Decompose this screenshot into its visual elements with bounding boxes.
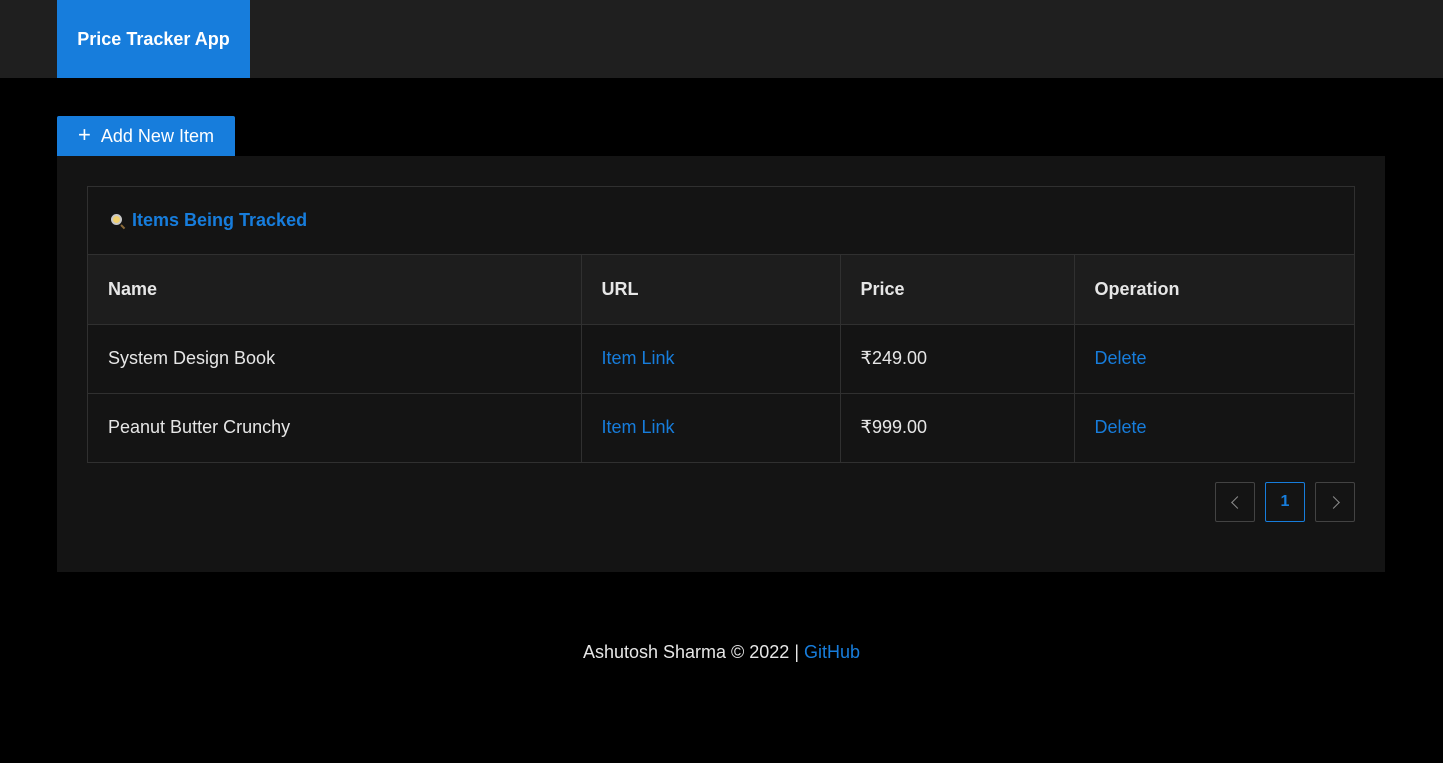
item-price: ₹999.00 [840,393,1075,462]
table-row: System Design Book Item Link ₹249.00 Del… [88,324,1354,394]
add-new-item-label: Add New Item [100,125,214,146]
card-title: Items Being Tracked [88,187,1354,255]
add-new-item-button[interactable]: + Add New Item [57,116,235,156]
top-header: Price Tracker App [0,0,1443,78]
chevron-left-icon [1230,495,1244,509]
tracked-items-card: Items Being Tracked Name URL Price Opera… [87,186,1355,463]
content-panel: Items Being Tracked Name URL Price Opera… [57,156,1385,572]
footer-text: Ashutosh Sharma © 2022 | [582,642,799,662]
column-header-name: Name [88,255,582,325]
table-header-row: Name URL Price Operation [88,255,1354,325]
magnifier-icon [110,213,126,229]
pagination: 1 [1215,482,1355,522]
items-table: Name URL Price Operation System Design B… [88,255,1354,462]
plus-icon: + [78,122,91,147]
item-link[interactable]: Item Link [602,417,675,437]
app-brand[interactable]: Price Tracker App [57,0,250,78]
footer: Ashutosh Sharma © 2022 | GitHub [0,642,1443,663]
item-name: Peanut Butter Crunchy [88,393,582,462]
column-header-url: URL [581,255,841,325]
column-header-operation: Operation [1074,255,1354,325]
item-price: ₹249.00 [840,324,1075,394]
item-name: System Design Book [88,324,582,394]
delete-link[interactable]: Delete [1095,417,1147,437]
column-header-price: Price [840,255,1075,325]
delete-link[interactable]: Delete [1095,348,1147,368]
item-link[interactable]: Item Link [602,348,675,368]
github-link[interactable]: GitHub [804,642,860,662]
table-row: Peanut Butter Crunchy Item Link ₹999.00 … [88,393,1354,462]
card-title-text: Items Being Tracked [132,210,308,230]
page-number-button[interactable]: 1 [1265,482,1305,522]
prev-page-button[interactable] [1215,482,1255,522]
next-page-button[interactable] [1315,482,1355,522]
chevron-right-icon [1326,495,1340,509]
